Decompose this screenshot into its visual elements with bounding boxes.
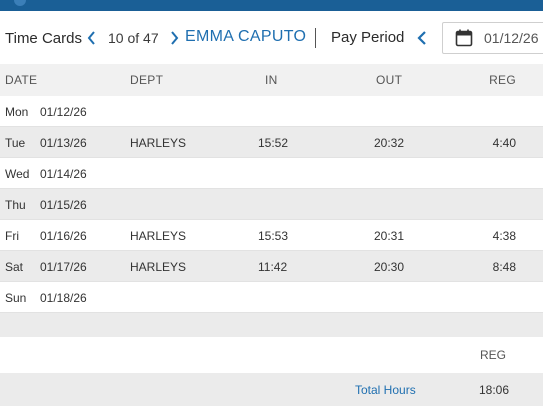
table-header: DATE DEPT IN OUT REG [0,64,543,96]
col-in-header: IN [265,73,278,87]
header-divider [315,28,316,48]
row-date: 01/16/26 [40,229,87,243]
col-reg-header: REG [489,73,516,87]
row-in: 15:52 [258,136,289,150]
row-dept: HARLEYS [130,229,187,243]
row-out: 20:30 [374,260,405,274]
table-row[interactable]: Wed 01/14/26 [0,158,543,189]
table-row[interactable]: Mon 01/12/26 [0,96,543,127]
row-date: 01/17/26 [40,260,87,274]
row-out: 20:31 [374,229,405,243]
page-title: Time Cards [5,30,82,47]
pay-period-date: 01/12/26 [484,30,539,46]
table-row[interactable]: Fri 01/16/26 HARLEYS 15:53 20:31 4:38 [0,220,543,251]
employee-name-link[interactable]: EMMA CAPUTO [185,28,306,46]
record-counter: 10 of 47 [108,30,159,46]
row-date: 01/18/26 [40,291,87,305]
timecard-rows: Mon 01/12/26 Tue 01/13/26 HARLEYS 15:52 … [0,96,543,344]
row-day: Sat [5,260,24,274]
row-out: 20:32 [374,136,405,150]
row-day: Mon [5,105,29,119]
calendar-icon[interactable] [455,29,473,47]
col-out-header: OUT [376,73,403,87]
app-top-bar [0,0,543,11]
col-dept-header: DEPT [130,73,164,87]
pay-period-date-picker[interactable]: 01/12/26 [442,22,543,54]
row-in: 15:53 [258,229,289,243]
row-dept: HARLEYS [130,260,187,274]
pay-period-prev-icon[interactable] [416,30,428,46]
row-date: 01/14/26 [40,167,87,181]
row-day: Sun [5,291,27,305]
row-day: Fri [5,229,19,243]
summary-header: REG [0,337,543,374]
timecard-header: Time Cards 10 of 47 EMMA CAPUTO Pay Peri… [0,11,543,64]
row-reg: 4:38 [492,229,516,243]
totals-row: Total Hours 18:06 [0,373,543,406]
row-day: Thu [5,198,26,212]
row-date: 01/13/26 [40,136,87,150]
row-day: Tue [5,136,26,150]
row-in: 11:42 [258,260,288,274]
col-date-header: DATE [5,73,38,87]
row-date: 01/12/26 [40,105,87,119]
table-row[interactable]: Tue 01/13/26 HARLEYS 15:52 20:32 4:40 [0,127,543,158]
app-logo-icon [14,0,26,6]
row-dept: HARLEYS [130,136,187,150]
row-day: Wed [5,167,30,181]
total-hours-link[interactable]: Total Hours [355,383,416,397]
pay-period-label: Pay Period [331,29,405,46]
row-reg: 4:40 [492,136,516,150]
table-row[interactable]: Sun 01/18/26 [0,282,543,313]
table-row[interactable]: Thu 01/15/26 [0,189,543,220]
table-row[interactable]: Sat 01/17/26 HARLEYS 11:42 20:30 8:48 [0,251,543,282]
row-reg: 8:48 [492,260,516,274]
chevron-right-icon[interactable] [168,30,180,46]
total-reg-value: 18:06 [478,383,509,397]
chevron-left-icon[interactable] [86,30,98,46]
summary-reg-header: REG [479,348,506,362]
row-date: 01/15/26 [40,198,87,212]
